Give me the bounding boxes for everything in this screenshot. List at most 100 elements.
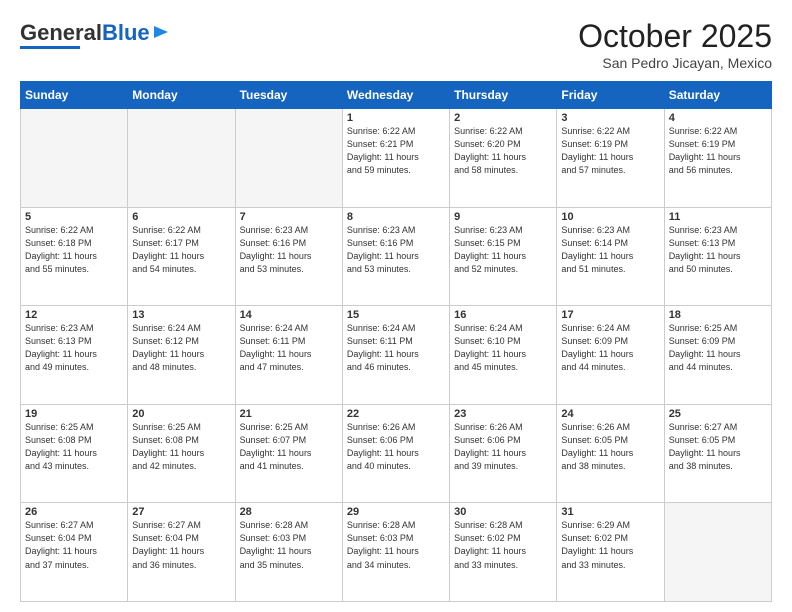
day-info: Sunrise: 6:24 AMSunset: 6:11 PMDaylight:… [240,322,338,374]
calendar-cell: 10Sunrise: 6:23 AMSunset: 6:14 PMDayligh… [557,207,664,306]
day-info: Sunrise: 6:23 AMSunset: 6:14 PMDaylight:… [561,224,659,276]
calendar-cell: 26Sunrise: 6:27 AMSunset: 6:04 PMDayligh… [21,503,128,602]
day-number: 1 [347,112,445,124]
header: GeneralBlue October 2025 San Pedro Jicay… [20,18,772,71]
weekday-header-wednesday: Wednesday [342,82,449,109]
day-info: Sunrise: 6:25 AMSunset: 6:07 PMDaylight:… [240,421,338,473]
logo-blue: Blue [102,20,150,45]
day-number: 19 [25,408,123,420]
calendar-cell: 12Sunrise: 6:23 AMSunset: 6:13 PMDayligh… [21,306,128,405]
calendar-week-4: 19 Sunrise: 6:25 AMSunset: 6:08 PMDayligh… [21,404,772,503]
calendar-cell: 31Sunrise: 6:29 AMSunset: 6:02 PMDayligh… [557,503,664,602]
calendar-cell: 25Sunrise: 6:27 AMSunset: 6:05 PMDayligh… [664,404,771,503]
day-info: Sunrise: 6:24 AMSunset: 6:09 PMDaylight:… [561,322,659,374]
day-number: 7 [240,211,338,223]
day-number: 26 [25,506,123,518]
calendar-cell: 5Sunrise: 6:22 AMSunset: 6:18 PMDaylight… [21,207,128,306]
calendar-cell: 20Sunrise: 6:25 AMSunset: 6:08 PMDayligh… [128,404,235,503]
calendar-week-3: 12Sunrise: 6:23 AMSunset: 6:13 PMDayligh… [21,306,772,405]
page: GeneralBlue October 2025 San Pedro Jicay… [0,0,792,612]
weekday-header-thursday: Thursday [450,82,557,109]
calendar-cell: 23Sunrise: 6:26 AMSunset: 6:06 PMDayligh… [450,404,557,503]
day-info: Sunrise: 6:24 AMSunset: 6:10 PMDaylight:… [454,322,552,374]
day-number: 20 [132,408,230,420]
calendar-cell: 28Sunrise: 6:28 AMSunset: 6:03 PMDayligh… [235,503,342,602]
day-number: 24 [561,408,659,420]
calendar-cell: 9Sunrise: 6:23 AMSunset: 6:15 PMDaylight… [450,207,557,306]
day-info: Sunrise: 6:24 AMSunset: 6:12 PMDaylight:… [132,322,230,374]
day-info: Sunrise: 6:27 AMSunset: 6:05 PMDaylight:… [669,421,767,473]
day-number: 11 [669,211,767,223]
day-number: 18 [669,309,767,321]
day-info: Sunrise: 6:22 AMSunset: 6:19 PMDaylight:… [669,125,767,177]
day-number: 29 [347,506,445,518]
logo-text: GeneralBlue [20,22,150,44]
day-number: 28 [240,506,338,518]
day-number: 6 [132,211,230,223]
day-info: Sunrise: 6:23 AMSunset: 6:13 PMDaylight:… [25,322,123,374]
day-info: Sunrise: 6:28 AMSunset: 6:02 PMDaylight:… [454,519,552,571]
calendar-week-1: 1Sunrise: 6:22 AMSunset: 6:21 PMDaylight… [21,109,772,208]
day-number: 27 [132,506,230,518]
day-number: 3 [561,112,659,124]
day-info: Sunrise: 6:27 AMSunset: 6:04 PMDaylight:… [25,519,123,571]
day-info: Sunrise: 6:22 AMSunset: 6:19 PMDaylight:… [561,125,659,177]
calendar-cell [664,503,771,602]
day-info: Sunrise: 6:22 AMSunset: 6:17 PMDaylight:… [132,224,230,276]
day-info: Sunrise: 6:28 AMSunset: 6:03 PMDaylight:… [347,519,445,571]
day-info: Sunrise: 6:26 AMSunset: 6:05 PMDaylight:… [561,421,659,473]
day-number: 14 [240,309,338,321]
day-info: Sunrise: 6:22 AMSunset: 6:21 PMDaylight:… [347,125,445,177]
day-info: Sunrise: 6:23 AMSunset: 6:13 PMDaylight:… [669,224,767,276]
location: San Pedro Jicayan, Mexico [578,55,772,71]
day-info: Sunrise: 6:26 AMSunset: 6:06 PMDaylight:… [454,421,552,473]
day-number: 9 [454,211,552,223]
day-info: Sunrise: 6:26 AMSunset: 6:06 PMDaylight:… [347,421,445,473]
day-number: 25 [669,408,767,420]
day-info: Sunrise: 6:28 AMSunset: 6:03 PMDaylight:… [240,519,338,571]
logo-underline [20,46,80,49]
day-number: 30 [454,506,552,518]
calendar-cell: 16Sunrise: 6:24 AMSunset: 6:10 PMDayligh… [450,306,557,405]
day-number: 16 [454,309,552,321]
weekday-header-saturday: Saturday [664,82,771,109]
calendar-cell: 27Sunrise: 6:27 AMSunset: 6:04 PMDayligh… [128,503,235,602]
day-info: Sunrise: 6:29 AMSunset: 6:02 PMDaylight:… [561,519,659,571]
calendar-cell: 11Sunrise: 6:23 AMSunset: 6:13 PMDayligh… [664,207,771,306]
calendar-cell: 24Sunrise: 6:26 AMSunset: 6:05 PMDayligh… [557,404,664,503]
day-number: 8 [347,211,445,223]
calendar-cell: 3Sunrise: 6:22 AMSunset: 6:19 PMDaylight… [557,109,664,208]
header-right: October 2025 San Pedro Jicayan, Mexico [578,18,772,71]
calendar-cell: 1Sunrise: 6:22 AMSunset: 6:21 PMDaylight… [342,109,449,208]
weekday-header-monday: Monday [128,82,235,109]
day-number: 4 [669,112,767,124]
calendar-cell: 21Sunrise: 6:25 AMSunset: 6:07 PMDayligh… [235,404,342,503]
calendar-table: SundayMondayTuesdayWednesdayThursdayFrid… [20,81,772,602]
logo: GeneralBlue [20,22,170,49]
weekday-header-row: SundayMondayTuesdayWednesdayThursdayFrid… [21,82,772,109]
day-info: Sunrise: 6:23 AMSunset: 6:15 PMDaylight:… [454,224,552,276]
day-info: Sunrise: 6:25 AMSunset: 6:09 PMDaylight:… [669,322,767,374]
calendar-cell: 4Sunrise: 6:22 AMSunset: 6:19 PMDaylight… [664,109,771,208]
calendar-cell: 7Sunrise: 6:23 AMSunset: 6:16 PMDaylight… [235,207,342,306]
calendar-cell [21,109,128,208]
calendar-cell: 14Sunrise: 6:24 AMSunset: 6:11 PMDayligh… [235,306,342,405]
day-info: Sunrise: 6:22 AMSunset: 6:18 PMDaylight:… [25,224,123,276]
weekday-header-sunday: Sunday [21,82,128,109]
day-info: Sunrise: 6:23 AMSunset: 6:16 PMDaylight:… [347,224,445,276]
logo-arrow-icon [152,23,170,41]
day-number: 5 [25,211,123,223]
day-number: 22 [347,408,445,420]
weekday-header-tuesday: Tuesday [235,82,342,109]
day-number: 21 [240,408,338,420]
day-number: 17 [561,309,659,321]
calendar-week-2: 5Sunrise: 6:22 AMSunset: 6:18 PMDaylight… [21,207,772,306]
calendar-cell [235,109,342,208]
day-number: 15 [347,309,445,321]
calendar-cell: 18Sunrise: 6:25 AMSunset: 6:09 PMDayligh… [664,306,771,405]
day-info: Sunrise: 6:25 AMSunset: 6:08 PMDaylight:… [132,421,230,473]
month-title: October 2025 [578,18,772,55]
day-info: Sunrise: 6:27 AMSunset: 6:04 PMDaylight:… [132,519,230,571]
day-info: Sunrise: 6:22 AMSunset: 6:20 PMDaylight:… [454,125,552,177]
calendar-cell: 15Sunrise: 6:24 AMSunset: 6:11 PMDayligh… [342,306,449,405]
